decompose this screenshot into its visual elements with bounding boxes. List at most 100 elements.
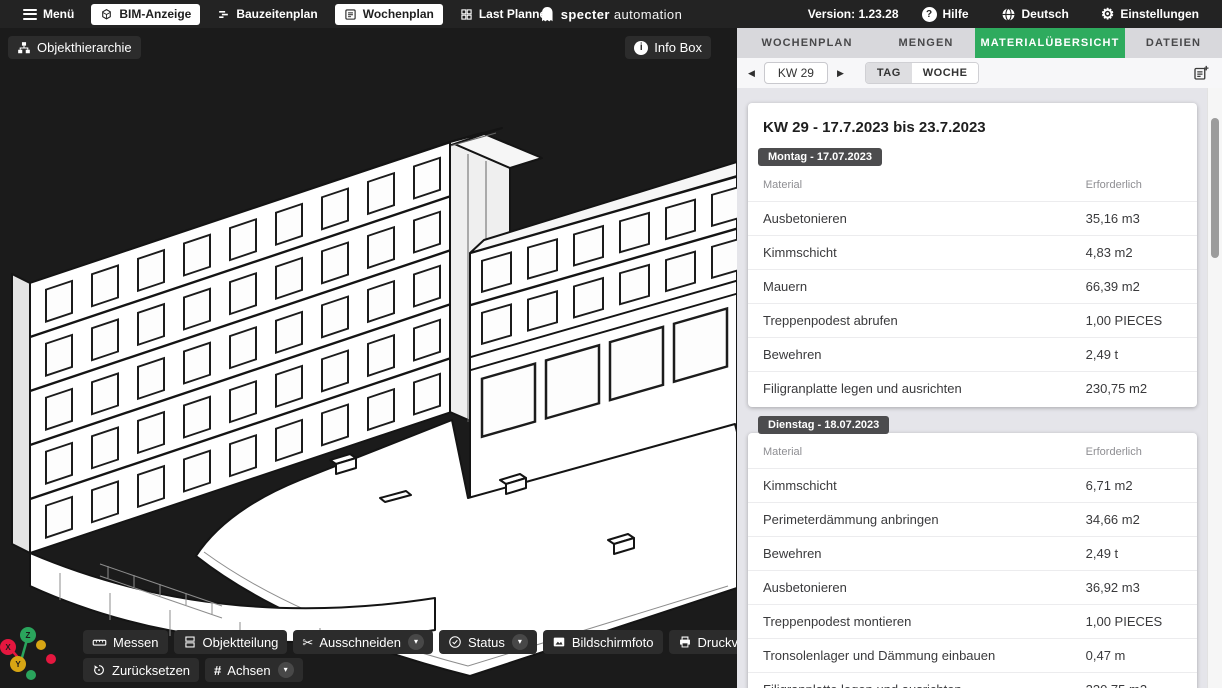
nav-label: BIM-Anzeige: [119, 7, 191, 21]
language-button[interactable]: Deutsch: [992, 4, 1078, 25]
app-window: Menü BIM-AnzeigeBauzeitenplanWochenplanL…: [0, 0, 1222, 688]
required-quantity: 230,75 m2: [1086, 381, 1182, 396]
axes-icon: #: [214, 664, 221, 677]
menu-button[interactable]: Menü: [14, 4, 83, 25]
y-neg-handle: [36, 640, 46, 650]
tab-materialubersicht[interactable]: MATERIALÜBERSICHT: [975, 28, 1125, 58]
ruler-icon: [92, 635, 107, 650]
building-model[interactable]: [0, 28, 737, 688]
table-row: Kimmschicht4,83 m2: [748, 235, 1197, 269]
required-quantity: 66,39 m2: [1086, 279, 1182, 294]
material-name: Mauern: [763, 279, 1086, 294]
add-note-button[interactable]: [1192, 64, 1210, 82]
week-selector-button[interactable]: KW 29: [764, 62, 828, 84]
required-quantity: 1,00 PIECES: [1086, 313, 1182, 328]
material-name: Treppenpodest montieren: [763, 614, 1086, 629]
axis-gizmo[interactable]: Z X Y: [0, 616, 72, 688]
toolbar-label: Objektteilung: [203, 635, 279, 650]
material-name: Tronsolenlager und Dämmung einbauen: [763, 648, 1086, 663]
topbar-right: Version: 1.23.28 ? Hilfe Deutsch ⚙ Einst…: [808, 4, 1222, 25]
objektteilung-button[interactable]: Objektteilung: [174, 630, 288, 654]
info-box-button[interactable]: i Info Box: [625, 36, 711, 59]
3d-viewport[interactable]: Objekthierarchie i Info Box Messen Objekt…: [0, 28, 737, 688]
material-name: Bewehren: [763, 546, 1086, 561]
status-button[interactable]: Status▾: [439, 630, 537, 654]
panel-content: KW 29 - 17.7.2023 bis 23.7.2023Montag - …: [737, 88, 1222, 688]
main-nav: BIM-AnzeigeBauzeitenplanWochenplanLast P…: [91, 4, 560, 25]
help-button[interactable]: ? Hilfe: [913, 4, 978, 25]
help-icon: ?: [922, 7, 937, 22]
material-name: Kimmschicht: [763, 245, 1086, 260]
panel-scrollbar[interactable]: [1207, 88, 1222, 688]
tab-dateien[interactable]: DATEIEN: [1125, 28, 1222, 58]
tab-wochenplan[interactable]: WOCHENPLAN: [737, 28, 877, 58]
svg-text:Z: Z: [26, 631, 31, 640]
table-row: Tronsolenlager und Dämmung einbauen0,47 …: [748, 638, 1197, 672]
z-neg-handle: [26, 670, 36, 680]
toggle-tag[interactable]: TAG: [866, 63, 912, 83]
bildschirmfoto-button[interactable]: Bildschirmfoto: [543, 630, 663, 654]
nav-label: Bauzeitenplan: [236, 7, 317, 21]
druckvorschau-button[interactable]: Druckvorschau▾: [669, 630, 738, 654]
required-quantity: 6,71 m2: [1086, 478, 1182, 493]
scissors-icon: ✂: [302, 636, 313, 649]
day-group: Dienstag - 18.07.2023MaterialErforderlic…: [748, 407, 1197, 688]
prev-week-button[interactable]: ◀: [745, 67, 758, 80]
list-icon: [344, 8, 357, 21]
toolbar-row-1: MessenObjektteilung✂Ausschneiden▾Status▾…: [83, 630, 737, 654]
day-badge: Montag - 17.07.2023: [758, 148, 882, 166]
table-row: Perimeterdämmung anbringen34,66 m2: [748, 502, 1197, 536]
side-panel: WOCHENPLANMENGENMATERIALÜBERSICHTDATEIEN…: [737, 28, 1222, 688]
column-required: Erforderlich: [1086, 446, 1182, 458]
nav-wochenplan-button[interactable]: Wochenplan: [335, 4, 443, 25]
required-quantity: 4,83 m2: [1086, 245, 1182, 260]
table-row: Filigranplatte legen und ausrichten230,7…: [748, 371, 1197, 405]
messen-button[interactable]: Messen: [83, 630, 168, 654]
nav-bauzeitenplan-button[interactable]: Bauzeitenplan: [208, 4, 326, 25]
globe-icon: [1001, 7, 1016, 22]
toolbar-label: Achsen: [227, 663, 270, 678]
zurucksetzen-button[interactable]: Zurücksetzen: [83, 658, 199, 682]
material-name: Ausbetonieren: [763, 580, 1086, 595]
material-table: MaterialErforderlichKimmschicht6,71 m2Pe…: [748, 433, 1197, 688]
day-badge: Dienstag - 18.07.2023: [758, 416, 889, 434]
day-week-toggle: TAGWOCHE: [865, 62, 980, 84]
version-label: Version: 1.23.28: [808, 7, 899, 21]
gantt-icon: [217, 8, 230, 21]
week-heading: KW 29 - 17.7.2023 bis 23.7.2023: [748, 103, 1197, 147]
screenshot-icon: [552, 635, 566, 649]
tab-mengen[interactable]: MENGEN: [877, 28, 975, 58]
column-material: Material: [763, 179, 1086, 191]
table-row: Ausbetonieren36,92 m3: [748, 570, 1197, 604]
gear-icon: ⚙: [1101, 7, 1114, 22]
required-quantity: 34,66 m2: [1086, 512, 1182, 527]
chevron-down-icon[interactable]: ▾: [512, 634, 528, 650]
toolbar-label: Ausschneiden: [319, 635, 401, 650]
table-header: MaterialErforderlich: [748, 433, 1197, 468]
next-week-button[interactable]: ▶: [834, 67, 847, 80]
chevron-down-icon[interactable]: ▾: [278, 662, 294, 678]
day-card: MaterialErforderlichKimmschicht6,71 m2Pe…: [748, 433, 1197, 688]
brand-logo: specter automation: [540, 6, 682, 23]
nav-bim-anzeige-button[interactable]: BIM-Anzeige: [91, 4, 200, 25]
table-row: Ausbetonieren35,16 m3: [748, 201, 1197, 235]
required-quantity: 35,16 m3: [1086, 211, 1182, 226]
material-name: Ausbetonieren: [763, 211, 1086, 226]
table-row: Bewehren2,49 t: [748, 337, 1197, 371]
toggle-woche[interactable]: WOCHE: [912, 63, 979, 83]
topbar-left: Menü BIM-AnzeigeBauzeitenplanWochenplanL…: [0, 4, 560, 25]
required-quantity: 0,47 m: [1086, 648, 1182, 663]
menu-label: Menü: [43, 7, 74, 21]
chevron-down-icon[interactable]: ▾: [408, 634, 424, 650]
settings-button[interactable]: ⚙ Einstellungen: [1092, 4, 1208, 25]
scrollbar-thumb[interactable]: [1211, 118, 1219, 258]
achsen-button[interactable]: # Achsen ▾: [205, 658, 303, 682]
printer-icon: [678, 635, 692, 649]
table-row: Filigranplatte legen und ausrichten230,7…: [748, 672, 1197, 688]
material-name: Filigranplatte legen und ausrichten: [763, 682, 1086, 688]
ausschneiden-button[interactable]: ✂ Ausschneiden ▾: [293, 630, 433, 654]
material-table: MaterialErforderlichAusbetonieren35,16 m…: [748, 166, 1197, 407]
note-add-icon: [1192, 64, 1210, 82]
material-name: Filigranplatte legen und ausrichten: [763, 381, 1086, 396]
object-hierarchy-button[interactable]: Objekthierarchie: [8, 36, 141, 59]
